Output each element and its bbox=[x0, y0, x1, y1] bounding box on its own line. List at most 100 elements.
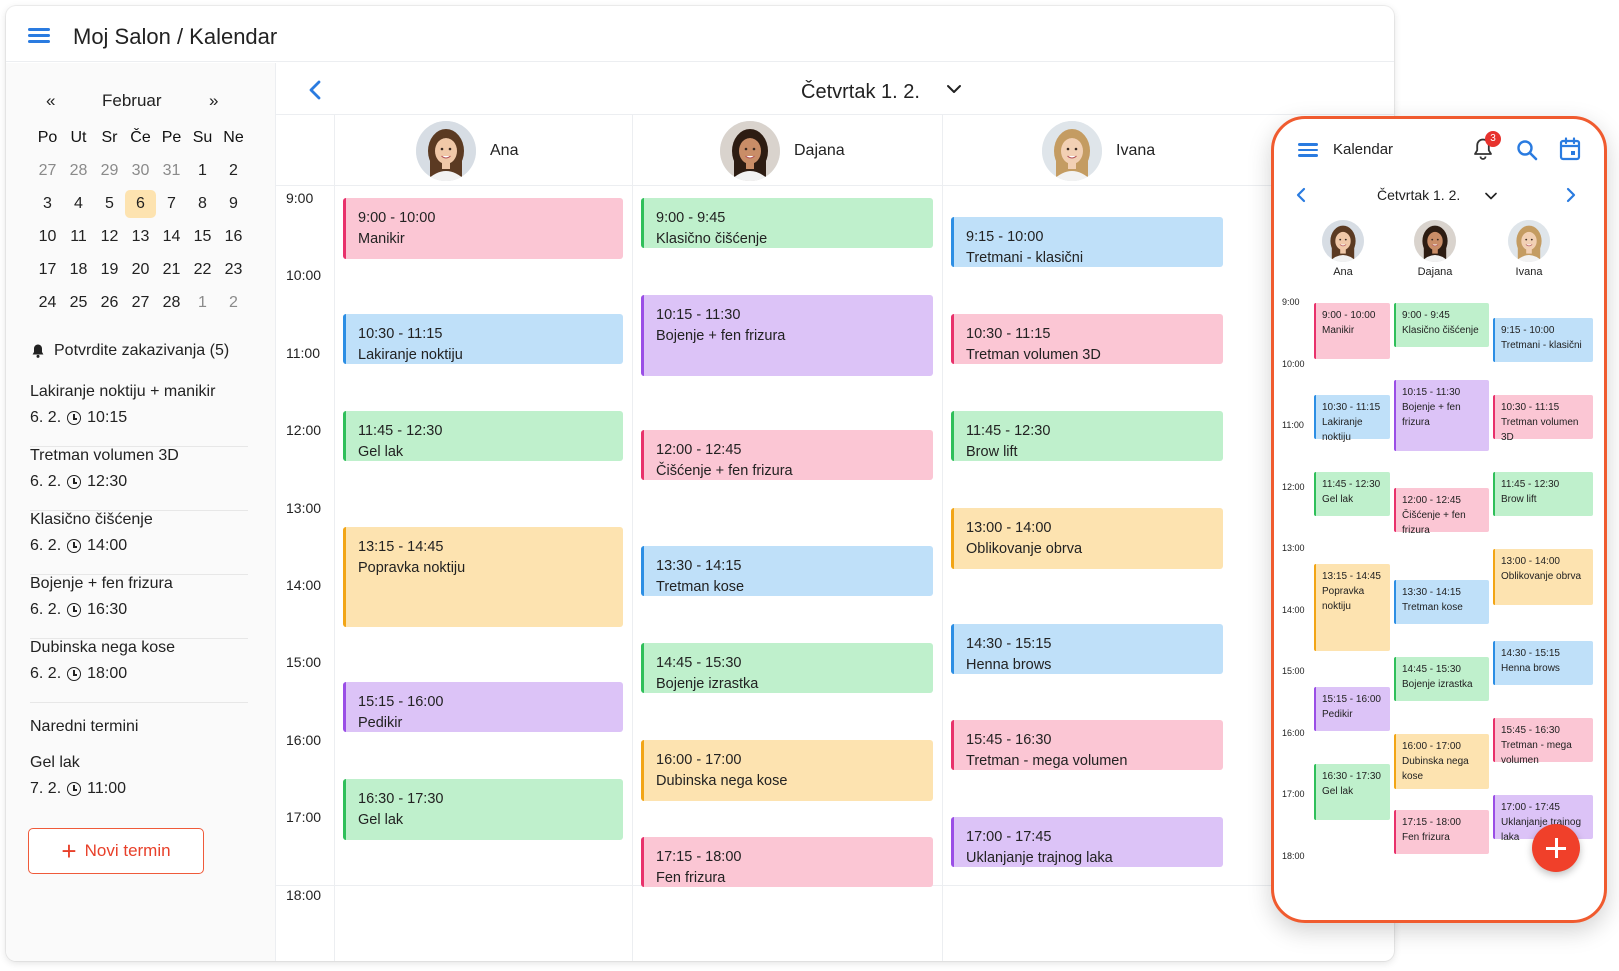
calendar-day[interactable]: 6 bbox=[125, 189, 156, 218]
search-icon[interactable] bbox=[1516, 139, 1538, 161]
staff-header[interactable]: Ivana bbox=[1042, 115, 1155, 186]
phone-appointment-card[interactable]: 14:30 - 15:15 Henna brows bbox=[1493, 641, 1593, 686]
calendar-day[interactable]: 17 bbox=[32, 261, 63, 279]
appointment-card[interactable]: 11:45 - 12:30 Gel lak bbox=[343, 410, 623, 461]
phone-appointment-card[interactable]: 9:00 - 9:45 Klasično čišćenje bbox=[1394, 303, 1489, 347]
staff-header[interactable]: Ana bbox=[416, 115, 518, 186]
calendar-day[interactable]: 10 bbox=[32, 228, 63, 246]
calendar-day[interactable]: 8 bbox=[187, 195, 218, 213]
calendar-day[interactable]: 29 bbox=[94, 162, 125, 180]
appointment-card[interactable]: 11:45 - 12:30 Brow lift bbox=[951, 410, 1223, 461]
calendar-day[interactable]: 22 bbox=[187, 261, 218, 279]
phone-appointment-card[interactable]: 13:30 - 14:15 Tretman kose bbox=[1394, 579, 1489, 624]
calendar-day[interactable]: 27 bbox=[32, 162, 63, 180]
calendar-day[interactable]: 12 bbox=[94, 228, 125, 246]
upcoming-item[interactable]: Gel lak 7. 2. 11:00 bbox=[30, 754, 248, 818]
phone-appointment-card[interactable]: 10:30 - 11:15 Tretman volumen 3D bbox=[1493, 395, 1593, 443]
phone-chevron-right-icon[interactable] bbox=[1566, 187, 1576, 203]
appointment-card[interactable]: 14:45 - 15:30 Bojenje izrastka bbox=[641, 643, 933, 694]
calendar-day[interactable]: 28 bbox=[63, 162, 94, 180]
appointment-card[interactable]: 14:30 - 15:15 Henna brows bbox=[951, 623, 1223, 674]
appointment-card[interactable]: 13:30 - 14:15 Tretman kose bbox=[641, 546, 933, 597]
calendar-day[interactable]: 1 bbox=[187, 162, 218, 180]
phone-staff-header[interactable]: Ivana bbox=[1489, 220, 1569, 278]
phone-appointment-card[interactable]: 10:15 - 11:30 Bojenje + fen frizura bbox=[1394, 379, 1489, 451]
phone-appointment-card[interactable]: 9:15 - 10:00 Tretmani - klasični bbox=[1493, 318, 1593, 363]
phone-menu-icon[interactable] bbox=[1298, 143, 1318, 157]
appointment-card[interactable]: 9:15 - 10:00 Tretmani - klasični bbox=[951, 217, 1223, 268]
calendar-day[interactable]: 15 bbox=[187, 228, 218, 246]
calendar-day[interactable]: 27 bbox=[125, 294, 156, 312]
phone-appointment-card[interactable]: 17:15 - 18:00 Fen frizura bbox=[1394, 810, 1489, 855]
calendar-day[interactable]: 3 bbox=[32, 195, 63, 213]
chevron-left-icon[interactable] bbox=[306, 79, 324, 101]
prev-month-button[interactable]: « bbox=[46, 91, 55, 111]
pending-item[interactable]: Dubinska nega kose 6. 2. 18:00 bbox=[30, 639, 248, 703]
phone-appointment-card[interactable]: 13:15 - 14:45 Popravka noktiju bbox=[1314, 564, 1390, 651]
phone-appointment-card[interactable]: 16:00 - 17:00 Dubinska nega kose bbox=[1394, 733, 1489, 789]
calendar-day[interactable]: 14 bbox=[156, 228, 187, 246]
calendar-day[interactable]: 18 bbox=[63, 261, 94, 279]
pending-item[interactable]: Tretman volumen 3D 6. 2. 12:30 bbox=[30, 447, 248, 511]
calendar-day[interactable]: 24 bbox=[32, 294, 63, 312]
calendar-day[interactable]: 5 bbox=[94, 195, 125, 213]
calendar-day[interactable]: 31 bbox=[156, 162, 187, 180]
next-month-button[interactable]: » bbox=[209, 91, 218, 111]
phone-appointment-card[interactable]: 9:00 - 10:00 Manikir bbox=[1314, 303, 1390, 359]
phone-staff-header[interactable]: Dajana bbox=[1395, 220, 1475, 278]
calendar-day[interactable]: 28 bbox=[156, 294, 187, 312]
appointment-card[interactable]: 13:00 - 14:00 Oblikovanje obrva bbox=[951, 507, 1223, 569]
phone-appointment-card[interactable]: 15:15 - 16:00 Pedikir bbox=[1314, 687, 1390, 732]
phone-appointment-card[interactable]: 12:00 - 12:45 Čišćenje + fen frizura bbox=[1394, 487, 1489, 536]
phone-appointment-card[interactable]: 11:45 - 12:30 Brow lift bbox=[1493, 472, 1593, 517]
appointment-card[interactable]: 10:15 - 11:30 Bojenje + fen frizura bbox=[641, 294, 933, 376]
appointment-card[interactable]: 13:15 - 14:45 Popravka noktiju bbox=[343, 526, 623, 628]
pending-item[interactable]: Bojenje + fen frizura 6. 2. 16:30 bbox=[30, 575, 248, 639]
pending-item[interactable]: Klasično čišćenje 6. 2. 14:00 bbox=[30, 511, 248, 575]
calendar-day[interactable]: 30 bbox=[125, 162, 156, 180]
calendar-day[interactable]: 1 bbox=[187, 294, 218, 312]
appointment-card[interactable]: 9:00 - 10:00 Manikir bbox=[343, 198, 623, 260]
appointment-card[interactable]: 12:00 - 12:45 Čišćenje + fen frizura bbox=[641, 430, 933, 481]
phone-appointment-card[interactable]: 14:45 - 15:30 Bojenje izrastka bbox=[1394, 656, 1489, 701]
appointment-card[interactable]: 10:30 - 11:15 Lakiranje noktiju bbox=[343, 314, 623, 365]
phone-appointment-card[interactable]: 10:30 - 11:15 Lakiranje noktiju bbox=[1314, 395, 1390, 443]
appointment-card[interactable]: 10:30 - 11:15 Tretman volumen 3D bbox=[951, 314, 1223, 365]
date-title[interactable]: Četvrtak 1. 2. bbox=[801, 81, 920, 104]
calendar-day[interactable]: 19 bbox=[94, 261, 125, 279]
phone-appointment-card[interactable]: 11:45 - 12:30 Gel lak bbox=[1314, 472, 1390, 517]
appointment-card[interactable]: 16:30 - 17:30 Gel lak bbox=[343, 778, 623, 840]
calendar-day[interactable]: 13 bbox=[125, 228, 156, 246]
calendar-day[interactable]: 7 bbox=[156, 195, 187, 213]
phone-staff-header[interactable]: Ana bbox=[1303, 220, 1383, 278]
menu-icon[interactable] bbox=[28, 28, 50, 44]
calendar-day[interactable]: 16 bbox=[218, 228, 249, 246]
calendar-day[interactable]: 2 bbox=[218, 294, 249, 312]
calendar-day[interactable]: 21 bbox=[156, 261, 187, 279]
pending-item[interactable]: Lakiranje noktiju + manikir 6. 2. 10:15 bbox=[30, 383, 248, 447]
calendar-day[interactable]: 2 bbox=[218, 162, 249, 180]
appointment-card[interactable]: 16:00 - 17:00 Dubinska nega kose bbox=[641, 739, 933, 802]
calendar-day[interactable]: 11 bbox=[63, 228, 94, 246]
phone-chevron-left-icon[interactable] bbox=[1296, 187, 1306, 203]
calendar-day[interactable]: 9 bbox=[218, 195, 249, 213]
phone-chevron-down-icon[interactable] bbox=[1485, 192, 1497, 200]
calendar-day[interactable]: 25 bbox=[63, 294, 94, 312]
calendar-day[interactable]: 26 bbox=[94, 294, 125, 312]
chevron-down-icon[interactable] bbox=[946, 83, 962, 95]
new-appointment-button[interactable]: + Novi termin bbox=[28, 828, 204, 874]
phone-appointment-card[interactable]: 13:00 - 14:00 Oblikovanje obrva bbox=[1493, 549, 1593, 605]
phone-appointment-card[interactable]: 16:30 - 17:30 Gel lak bbox=[1314, 764, 1390, 820]
phone-date-title[interactable]: Četvrtak 1. 2. bbox=[1377, 187, 1460, 203]
appointment-card[interactable]: 15:45 - 16:30 Tretman - mega volumen bbox=[951, 720, 1223, 771]
phone-appointment-card[interactable]: 15:45 - 16:30 Tretman - mega volumen bbox=[1493, 718, 1593, 766]
calendar-day[interactable]: 23 bbox=[218, 261, 249, 279]
appointment-card[interactable]: 17:15 - 18:00 Fen frizura bbox=[641, 836, 933, 887]
staff-header[interactable]: Dajana bbox=[720, 115, 845, 186]
appointment-card[interactable]: 15:15 - 16:00 Pedikir bbox=[343, 681, 623, 732]
appointment-card[interactable]: 9:00 - 9:45 Klasično čišćenje bbox=[641, 198, 933, 248]
phone-add-button[interactable] bbox=[1532, 824, 1580, 872]
appointment-card[interactable]: 17:00 - 17:45 Uklanjanje trajnog laka bbox=[951, 817, 1223, 868]
calendar-day[interactable]: 4 bbox=[63, 195, 94, 213]
calendar-day[interactable]: 20 bbox=[125, 261, 156, 279]
